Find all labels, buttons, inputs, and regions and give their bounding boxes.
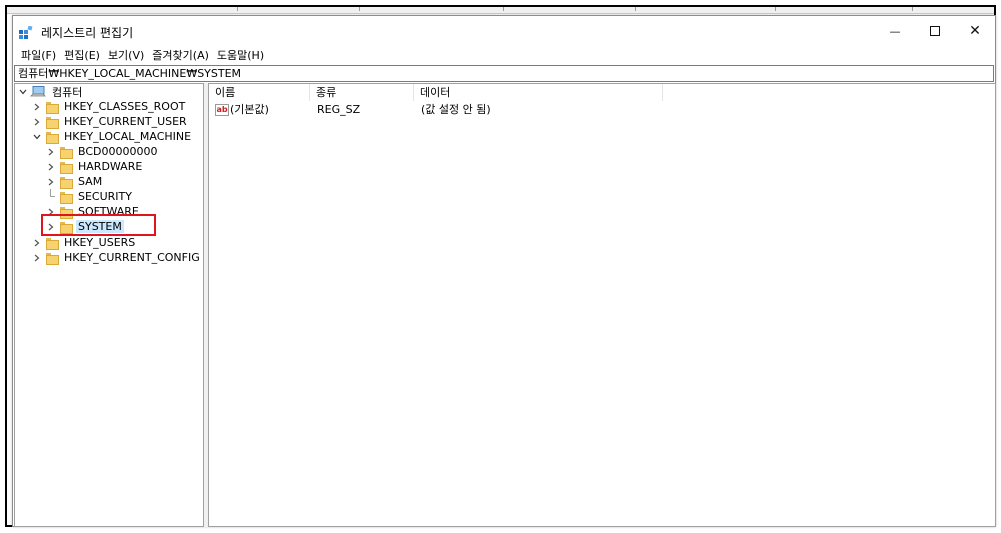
value-data: (값 설정 안 됨)	[421, 103, 491, 116]
folder-icon	[60, 191, 73, 204]
key-tree-pane[interactable]: 컴퓨터 HKEY_CLASSES_ROOT HKEY_CURRENT_USER …	[14, 83, 204, 527]
tree-label: HKEY_LOCAL_MACHINE	[64, 130, 192, 143]
close-icon: ✕	[969, 23, 981, 39]
tree-connector-line	[45, 189, 57, 204]
computer-icon	[30, 85, 46, 96]
tree-item-computer[interactable]: 컴퓨터	[17, 84, 84, 99]
tree-label: HKEY_CURRENT_USER	[64, 115, 187, 128]
tree-item-bcd00000000[interactable]: BCD00000000	[45, 144, 160, 159]
tree-label: SECURITY	[78, 190, 132, 203]
maximize-icon	[930, 26, 940, 36]
chevron-right-icon[interactable]	[45, 159, 57, 174]
menu-help[interactable]: 도움말(H)	[213, 47, 268, 65]
menu-file[interactable]: 파일(F)	[17, 47, 60, 65]
string-value-icon: ab	[215, 103, 229, 116]
tree-label: SOFTWARE	[78, 205, 139, 218]
folder-icon	[60, 161, 73, 174]
column-header-name[interactable]: 이름	[209, 84, 310, 101]
tree-item-software[interactable]: SOFTWARE	[45, 204, 141, 219]
menu-favorites[interactable]: 즐겨찾기(A)	[148, 47, 213, 65]
folder-icon	[60, 146, 73, 159]
chevron-down-icon[interactable]	[17, 84, 29, 99]
tree-item-hkey-classes-root[interactable]: HKEY_CLASSES_ROOT	[31, 99, 187, 114]
tree-label: HKEY_USERS	[64, 236, 136, 249]
menu-bar: 파일(F) 편집(E) 보기(V) 즐겨찾기(A) 도움말(H)	[13, 47, 995, 65]
tree-item-sam[interactable]: SAM	[45, 174, 104, 189]
tree-item-security[interactable]: SECURITY	[45, 189, 134, 204]
value-type: REG_SZ	[317, 103, 361, 116]
chevron-right-icon[interactable]	[45, 219, 57, 234]
tree-label: HKEY_CLASSES_ROOT	[64, 100, 186, 113]
folder-icon	[60, 221, 73, 234]
tree-label: HKEY_CURRENT_CONFIG	[64, 251, 200, 264]
folder-icon	[46, 252, 59, 265]
chevron-right-icon[interactable]	[45, 204, 57, 219]
chevron-right-icon[interactable]	[45, 144, 57, 159]
minimize-icon: —	[889, 24, 901, 38]
title-bar[interactable]: 레지스트리 편집기 — ✕	[13, 16, 995, 46]
maximize-button[interactable]	[915, 16, 955, 46]
minimize-button[interactable]: —	[875, 16, 915, 46]
column-header-type[interactable]: 종류	[310, 84, 414, 101]
folder-icon	[60, 206, 73, 219]
folder-icon	[46, 116, 59, 129]
tree-label: SYSTEM	[76, 220, 124, 233]
tree-item-hardware[interactable]: HARDWARE	[45, 159, 144, 174]
column-header-data[interactable]: 데이터	[414, 84, 663, 101]
chevron-right-icon[interactable]	[45, 174, 57, 189]
chevron-right-icon[interactable]	[31, 99, 43, 114]
folder-icon	[46, 237, 59, 250]
tree-item-hkey-users[interactable]: HKEY_USERS	[31, 235, 137, 250]
close-button[interactable]: ✕	[955, 16, 995, 46]
tree-label: SAM	[78, 175, 103, 188]
tree-label: BCD00000000	[78, 145, 158, 158]
screenshot-frame: 레지스트리 편집기 — ✕ 파일(F) 편집(E) 보기(V) 즐겨찾기(A) …	[5, 5, 996, 527]
list-item[interactable]: ab (기본값) REG_SZ (값 설정 안 됨)	[209, 101, 669, 118]
address-bar[interactable]: 컴퓨터₩HKEY_LOCAL_MACHINE₩SYSTEM	[14, 65, 994, 82]
window-title: 레지스트리 편집기	[41, 26, 134, 40]
tree-item-hkey-current-config[interactable]: HKEY_CURRENT_CONFIG	[31, 250, 202, 265]
registry-editor-icon	[19, 26, 33, 39]
tree-label: 컴퓨터	[52, 85, 83, 99]
chevron-down-icon[interactable]	[31, 129, 43, 144]
background-window-strip	[7, 7, 994, 14]
registry-editor-window: 레지스트리 편집기 — ✕ 파일(F) 편집(E) 보기(V) 즐겨찾기(A) …	[12, 15, 996, 527]
menu-edit[interactable]: 편집(E)	[60, 47, 104, 65]
value-name: (기본값)	[230, 103, 269, 116]
folder-icon	[46, 101, 59, 114]
tree-label: HARDWARE	[78, 160, 143, 173]
tree-item-system[interactable]: SYSTEM	[45, 219, 124, 234]
tree-item-hkey-local-machine[interactable]: HKEY_LOCAL_MACHINE	[31, 129, 193, 144]
value-list-pane[interactable]: 이름 종류 데이터 ab (기본값) REG_SZ (값 설정 안 됨)	[208, 83, 996, 527]
chevron-right-icon[interactable]	[31, 250, 43, 265]
folder-icon	[60, 176, 73, 189]
folder-icon	[46, 131, 59, 144]
chevron-right-icon[interactable]	[31, 235, 43, 250]
tree-item-hkey-current-user[interactable]: HKEY_CURRENT_USER	[31, 114, 189, 129]
chevron-right-icon[interactable]	[31, 114, 43, 129]
menu-view[interactable]: 보기(V)	[104, 47, 148, 65]
